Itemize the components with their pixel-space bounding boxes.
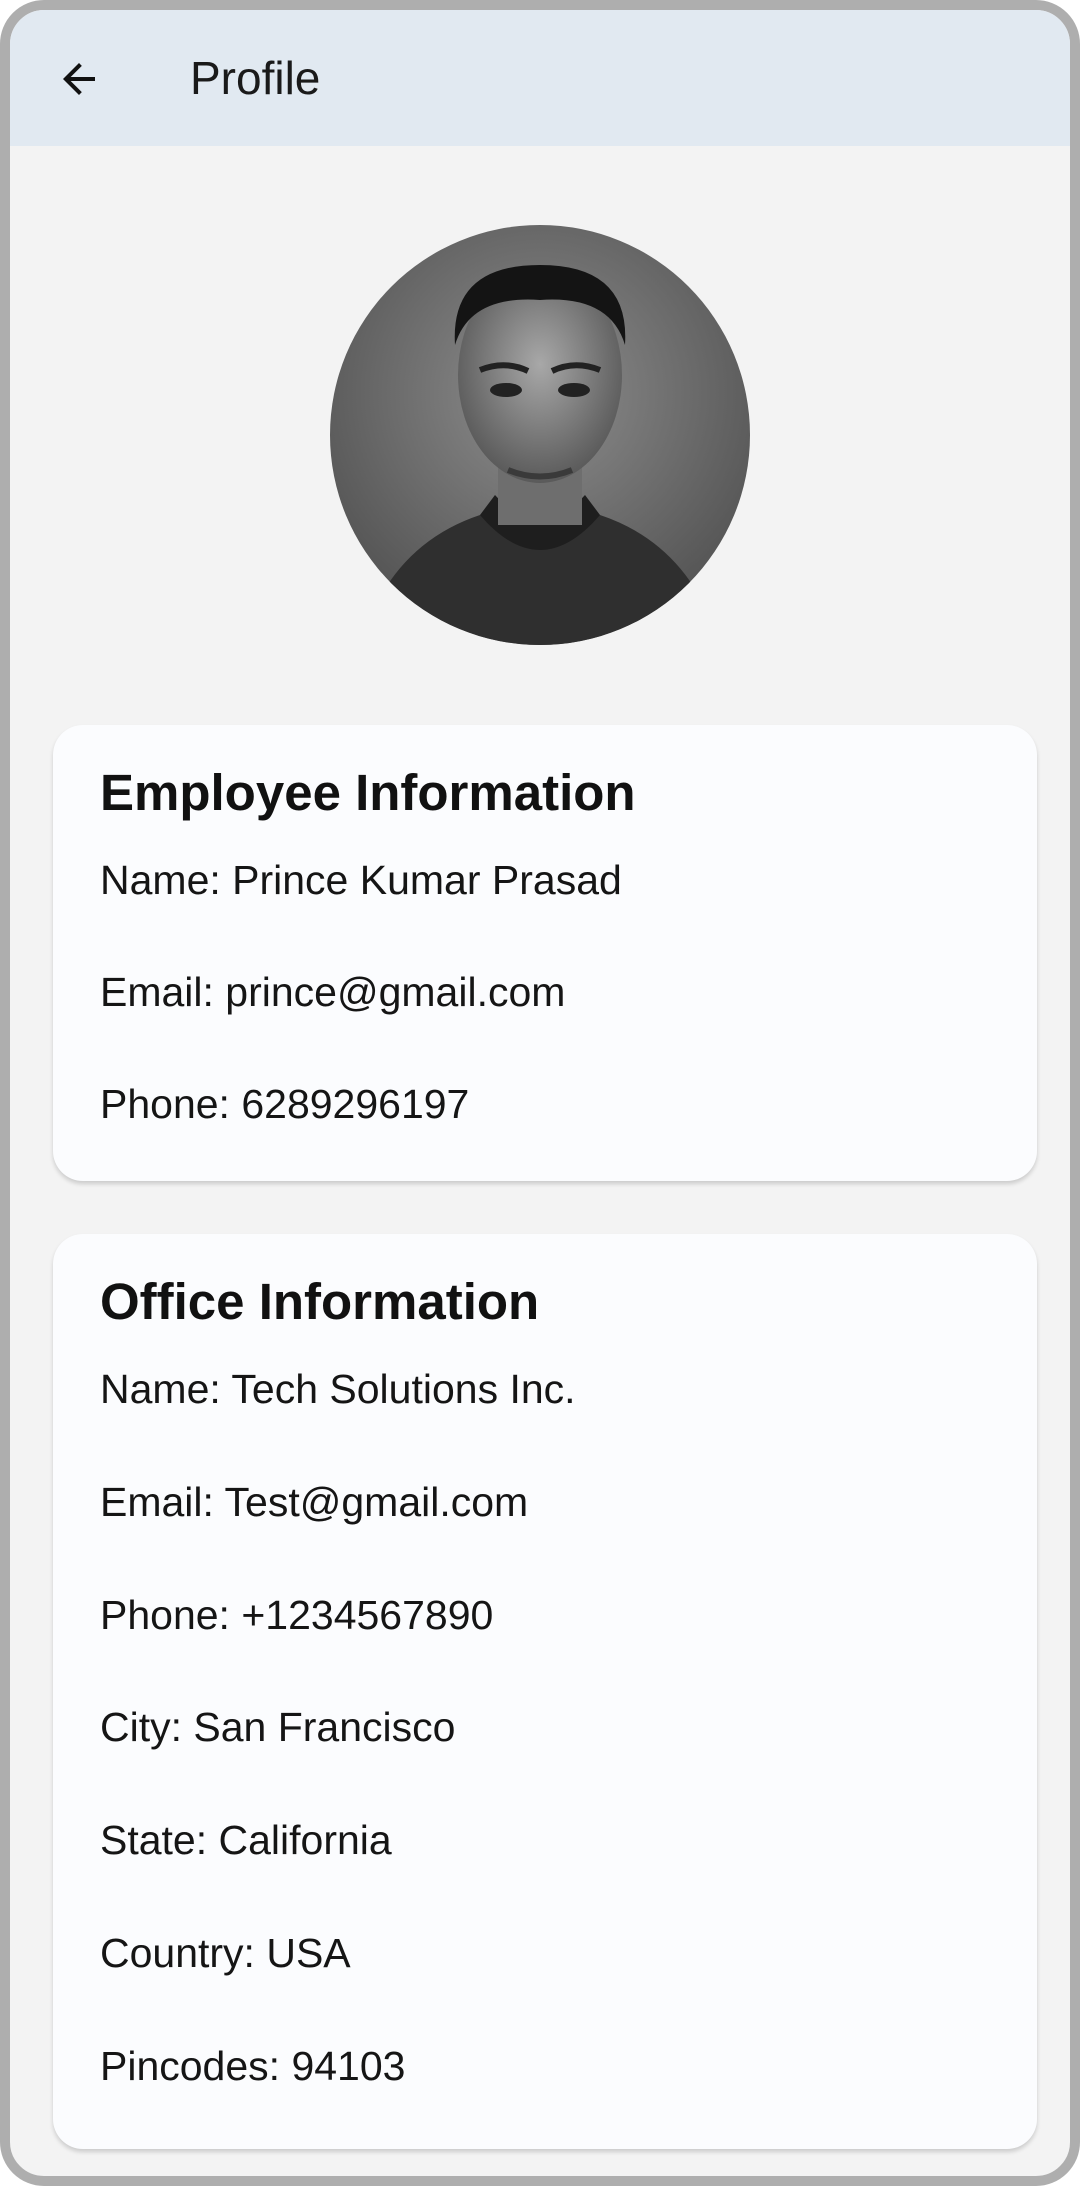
office-email: Email: Test@gmail.com (100, 1479, 529, 1525)
avatar (330, 225, 750, 645)
back-button[interactable] (44, 44, 114, 114)
office-info-title: Office Information (100, 1273, 540, 1330)
employee-info-card: Employee Information Name: Prince Kumar … (53, 725, 1037, 1181)
office-state: State: California (100, 1817, 392, 1863)
office-country: Country: USA (100, 1930, 351, 1976)
office-name: Name: Tech Solutions Inc. (100, 1366, 576, 1412)
employee-email: Email: prince@gmail.com (100, 969, 566, 1015)
device-frame: Profile Employee Information Name: Princ… (0, 0, 1080, 2186)
employee-name: Name: Prince Kumar Prasad (100, 857, 622, 903)
office-pincode: Pincodes: 94103 (100, 2043, 406, 2089)
employee-phone: Phone: 6289296197 (100, 1081, 470, 1127)
office-city: City: San Francisco (100, 1704, 456, 1750)
app-bar: Profile (10, 10, 1070, 146)
office-phone: Phone: +1234567890 (100, 1592, 494, 1638)
profile-photo (330, 225, 750, 645)
arrow-left-icon (63, 63, 95, 95)
page-title: Profile (190, 52, 321, 104)
office-info-card: Office Information Name: Tech Solutions … (53, 1234, 1037, 2149)
employee-info-title: Employee Information (100, 764, 636, 821)
